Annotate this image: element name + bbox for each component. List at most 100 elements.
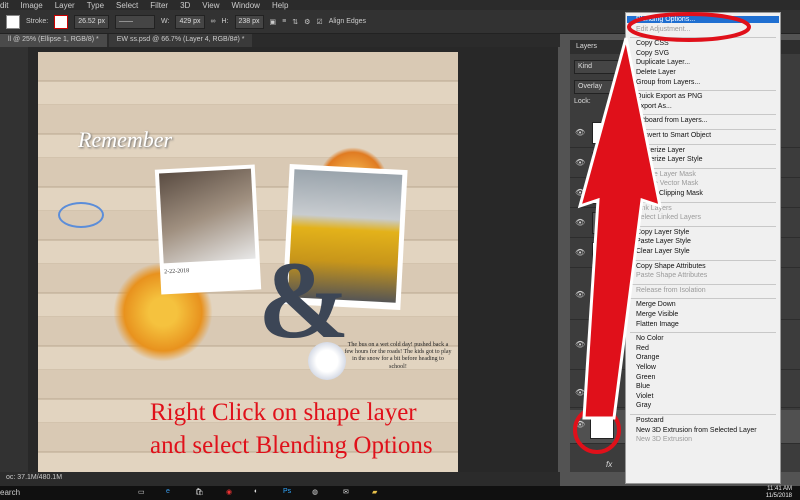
menu-item-copy-layer-style[interactable]: Copy Layer Style bbox=[636, 229, 689, 236]
menu-bar: dit Image Layer Type Select Filter 3D Vi… bbox=[0, 0, 800, 10]
edge-icon[interactable]: e bbox=[166, 488, 176, 498]
menu-separator bbox=[630, 225, 776, 227]
eye-icon[interactable]: 👁 bbox=[575, 158, 585, 167]
menu-item-gray[interactable]: Gray bbox=[636, 402, 651, 409]
menu-item-copy-shape-attributes[interactable]: Copy Shape Attributes bbox=[636, 263, 706, 270]
menu-item-rasterize-layer-style[interactable]: Rasterize Layer Style bbox=[636, 156, 703, 163]
menu-view[interactable]: View bbox=[202, 1, 219, 10]
menu-separator bbox=[630, 37, 776, 39]
align-edges-label: Align Edges bbox=[328, 18, 367, 25]
layer-thumbnail bbox=[592, 242, 614, 264]
eye-icon[interactable]: 👁 bbox=[575, 128, 585, 137]
eye-icon[interactable]: 👁 bbox=[575, 218, 585, 227]
menu-item-red[interactable]: Red bbox=[636, 345, 649, 352]
instruction-line-2: and select Blending Options bbox=[150, 431, 433, 459]
menu-separator bbox=[630, 414, 776, 415]
menu-separator bbox=[630, 201, 776, 203]
photo-kids-image bbox=[159, 168, 256, 264]
menu-item-no-color[interactable]: No Color bbox=[636, 335, 664, 342]
menu-select[interactable]: Select bbox=[116, 1, 138, 10]
menu-separator bbox=[630, 298, 776, 300]
eye-icon[interactable]: 👁 bbox=[575, 340, 585, 349]
menu-item-rasterize-layer[interactable]: Rasterize Layer bbox=[636, 147, 685, 154]
store-icon[interactable]: 🛍 bbox=[195, 488, 205, 498]
menu-item-new-3d-extrusion-from-selected-layer[interactable]: New 3D Extrusion from Selected Layer bbox=[636, 427, 757, 434]
menu-filter[interactable]: Filter bbox=[150, 1, 168, 10]
menu-item-artboard-from-layers[interactable]: Artboard from Layers... bbox=[636, 117, 708, 124]
menu-item-yellow[interactable]: Yellow bbox=[636, 364, 656, 371]
menu-item-export-as[interactable]: Export As... bbox=[636, 103, 672, 110]
menu-separator bbox=[630, 167, 776, 169]
chrome-icon[interactable]: ◍ bbox=[312, 488, 322, 498]
ellipse-shape-selection[interactable] bbox=[58, 202, 104, 228]
blend-mode-dropdown[interactable]: Overlay bbox=[574, 80, 626, 94]
taskbar-search[interactable]: earch bbox=[0, 488, 110, 497]
path-align-icon[interactable]: ≡ bbox=[282, 18, 286, 25]
menu-separator bbox=[630, 114, 776, 116]
width-field[interactable]: 429 px bbox=[175, 14, 205, 29]
app-icon[interactable]: ◐ bbox=[254, 488, 264, 498]
tools-panel bbox=[0, 47, 28, 472]
arrange-icon[interactable]: ⇅ bbox=[292, 18, 298, 26]
stroke-swatch[interactable] bbox=[54, 14, 69, 29]
menu-3d[interactable]: 3D bbox=[180, 1, 190, 10]
stroke-size-field[interactable]: 26.52 px bbox=[74, 14, 110, 29]
path-ops-icon[interactable]: ▣ bbox=[270, 18, 277, 26]
menu-separator bbox=[630, 332, 776, 334]
menu-item-flatten-image[interactable]: Flatten Image bbox=[636, 321, 679, 328]
eye-icon[interactable]: 👁 bbox=[575, 290, 585, 299]
menu-item-group-from-layers[interactable]: Group from Layers... bbox=[636, 79, 700, 86]
menu-item-blending-options[interactable]: Blending Options... bbox=[627, 16, 779, 23]
menu-image[interactable]: Image bbox=[20, 1, 42, 10]
eye-icon[interactable]: 👁 bbox=[575, 248, 585, 257]
menu-window[interactable]: Window bbox=[232, 1, 260, 10]
menu-item-merge-down[interactable]: Merge Down bbox=[636, 301, 676, 308]
menu-separator bbox=[630, 129, 776, 130]
menu-item-create-clipping-mask[interactable]: Create Clipping Mask bbox=[636, 190, 703, 197]
photoshop-icon[interactable]: Ps bbox=[283, 488, 293, 498]
menu-item-violet[interactable]: Violet bbox=[636, 393, 653, 400]
menu-item-merge-visible[interactable]: Merge Visible bbox=[636, 311, 678, 318]
stroke-type-dropdown[interactable]: —— bbox=[115, 14, 156, 29]
menu-item-quick-export-as-png[interactable]: Quick Export as PNG bbox=[636, 93, 703, 100]
eye-icon[interactable]: 👁 bbox=[575, 388, 585, 397]
layer-filter-kind[interactable]: Kind bbox=[574, 60, 619, 74]
photo-date: 2-22-2018 bbox=[164, 268, 190, 276]
menu-item-duplicate-layer[interactable]: Duplicate Layer... bbox=[636, 59, 690, 66]
menu-item-copy-svg[interactable]: Copy SVG bbox=[636, 50, 669, 57]
menu-item-delete-layer[interactable]: Delete Layer bbox=[636, 69, 676, 76]
link-icon[interactable]: ∞ bbox=[211, 18, 216, 25]
mail-icon[interactable]: ✉ bbox=[343, 488, 353, 498]
document-tabs: ll @ 25% (Ellipse 1, RGB/8) * EW ss.psd … bbox=[0, 34, 560, 47]
system-clock[interactable]: 11:41 AM 11/5/2018 bbox=[766, 486, 792, 499]
status-bar: oc: 37.1M/480.1M bbox=[0, 472, 560, 486]
gear-icon[interactable]: ⚙ bbox=[304, 18, 310, 26]
menu-item-blue[interactable]: Blue bbox=[636, 383, 650, 390]
menu-type[interactable]: Type bbox=[87, 1, 104, 10]
menu-separator bbox=[630, 259, 776, 261]
menu-item-paste-layer-style[interactable]: Paste Layer Style bbox=[636, 238, 691, 245]
menu-layer[interactable]: Layer bbox=[55, 1, 75, 10]
menu-item-paste-shape-attributes: Paste Shape Attributes bbox=[636, 272, 708, 280]
creative-cloud-icon[interactable]: ◉ bbox=[226, 488, 236, 498]
menu-item-copy-css[interactable]: Copy CSS bbox=[636, 40, 669, 47]
eye-icon[interactable]: 👁 bbox=[575, 188, 585, 197]
menu-item-postcard[interactable]: Postcard bbox=[636, 417, 664, 424]
tab-document-2[interactable]: EW ss.psd @ 66.7% (Layer 4, RGB/8#) * bbox=[108, 34, 253, 47]
menu-item-clear-layer-style[interactable]: Clear Layer Style bbox=[636, 248, 690, 255]
height-field[interactable]: 238 px bbox=[234, 14, 264, 29]
fill-swatch[interactable] bbox=[6, 14, 20, 29]
task-view-icon[interactable]: ▭ bbox=[138, 488, 148, 498]
menu-edit[interactable]: dit bbox=[0, 1, 8, 10]
menu-item-orange[interactable]: Orange bbox=[636, 354, 659, 361]
eye-icon[interactable]: 👁 bbox=[575, 420, 585, 429]
align-edges-checkbox[interactable]: ☑ bbox=[316, 18, 322, 26]
folder-icon[interactable]: ▰ bbox=[372, 488, 382, 498]
fx-icon[interactable]: fx bbox=[606, 460, 612, 469]
clock-date: 11/5/2018 bbox=[765, 492, 792, 499]
menu-item-green[interactable]: Green bbox=[636, 374, 655, 381]
tab-document-1[interactable]: ll @ 25% (Ellipse 1, RGB/8) * bbox=[0, 34, 107, 47]
menu-item-convert-to-smart-object[interactable]: Convert to Smart Object bbox=[636, 132, 711, 139]
menu-item-edit-adjustment: Edit Adjustment... bbox=[636, 25, 691, 33]
menu-help[interactable]: Help bbox=[272, 1, 288, 10]
